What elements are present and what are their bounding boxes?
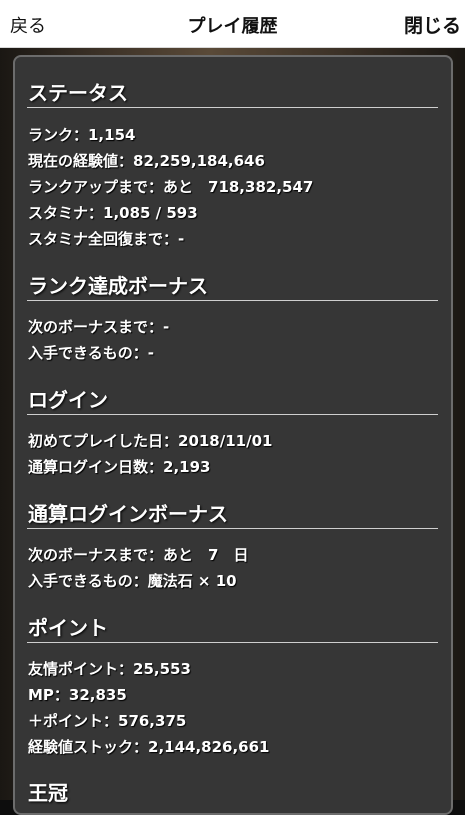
close-button[interactable]: 閉じる [404,11,461,38]
section-heading-crown: 王冠 [28,781,68,805]
stamina-text: スタミナ：1,085 / 593 [28,204,198,222]
divider [27,414,438,415]
section-heading-login-bonus: 通算ログインボーナス [28,502,228,526]
section-heading-points: ポイント [28,616,108,640]
divider [27,107,438,108]
mp-text: MP：32,835 [28,686,127,704]
divider [27,300,438,301]
rank-text: ランク：1,154 [28,126,136,144]
login-bonus-obtainable-text: 入手できるもの：魔法石 × 10 [28,572,237,590]
divider [27,528,438,529]
section-heading-rank-bonus: ランク達成ボーナス [28,274,208,298]
exp-stock-text: 経験値ストック：2,144,826,661 [28,738,270,756]
divider [27,642,438,643]
rank-bonus-obtainable-text: 入手できるもの：- [28,344,154,362]
total-login-days-text: 通算ログイン日数：2,193 [28,458,211,476]
plus-points-text: ＋ポイント：576,375 [28,712,187,730]
rank-up-text: ランクアップまで：あと 718,382,547 [28,178,314,196]
friend-points-text: 友情ポイント：25,553 [28,660,191,678]
section-heading-login: ログイン [28,388,108,412]
navigation-bar: 戻る プレイ履歴 閉じる [0,0,465,48]
first-play-text: 初めてプレイした日：2018/11/01 [28,432,273,450]
stamina-full-text: スタミナ全回復まで：- [28,230,185,248]
current-exp-text: 現在の経験値：82,259,184,646 [28,152,265,170]
section-heading-status: ステータス [28,81,128,105]
page-title: プレイ履歴 [187,16,278,37]
login-bonus-next-text: 次のボーナスまで：あと 7 日 [28,546,249,564]
rank-bonus-next-text: 次のボーナスまで：- [28,318,170,336]
